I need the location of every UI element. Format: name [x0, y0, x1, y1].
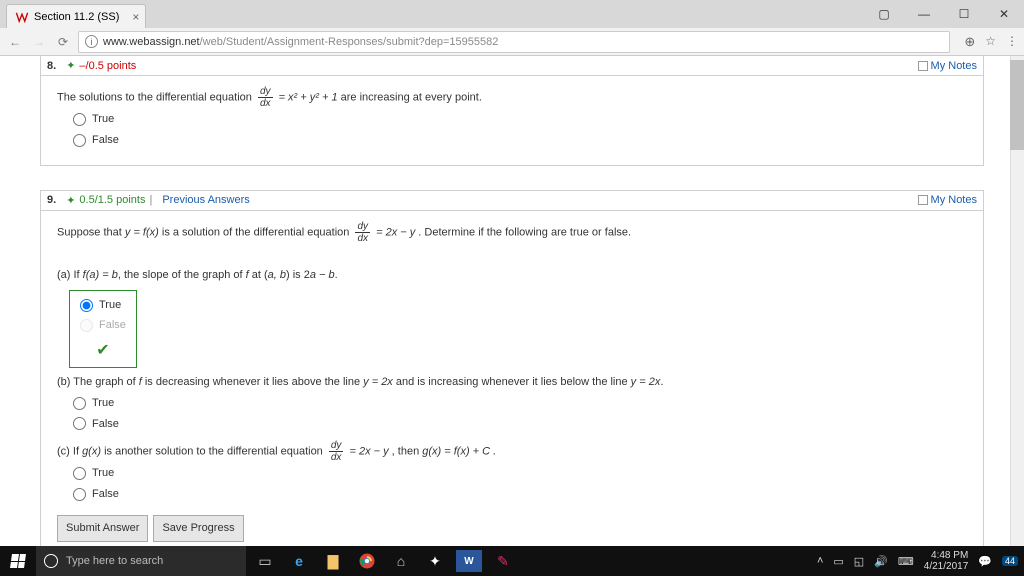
my-notes-link[interactable]: My Notes: [918, 194, 977, 206]
radio-q9a-false[interactable]: [80, 319, 93, 332]
q9c-option-false[interactable]: False: [73, 484, 967, 505]
question-8-header: 8. ✦ –/0.5 points My Notes: [41, 56, 983, 76]
windows-logo-icon: [10, 554, 26, 568]
browser-tabstrip: Section 11.2 (SS) × ▢ — ☐ ✕: [0, 0, 1024, 28]
q8-text-after: are increasing at every point.: [341, 91, 482, 103]
q9c-option-true[interactable]: True: [73, 463, 967, 484]
address-bar[interactable]: i www.webassign.net/web/Student/Assignme…: [78, 31, 950, 53]
q8-text: The solutions to the differential equati…: [57, 91, 255, 103]
question-number: 8.: [47, 60, 56, 72]
keyboard-icon[interactable]: ⌨: [898, 555, 914, 568]
page-content: 8. ✦ –/0.5 points My Notes The solutions…: [0, 56, 1024, 546]
submit-answer-button[interactable]: Submit Answer: [57, 515, 148, 542]
site-info-icon[interactable]: i: [85, 35, 98, 48]
dropbox-icon[interactable]: ✦: [422, 550, 448, 572]
q8-option-false[interactable]: False: [73, 130, 967, 151]
q8-eq-rhs: = x² + y² + 1: [279, 91, 338, 103]
store-icon[interactable]: ⌂: [388, 550, 414, 572]
radio-q9a-true[interactable]: [80, 299, 93, 312]
edge-icon[interactable]: e: [286, 550, 312, 572]
question-9-header: 9. ✦ 0.5/1.5 points | Previous Answers M…: [41, 191, 983, 211]
url-host: www.webassign.net: [103, 36, 200, 48]
maximize-button[interactable]: ☐: [944, 0, 984, 28]
scrollbar-thumb[interactable]: [1010, 60, 1024, 150]
cortana-icon: [44, 554, 58, 568]
paint-icon[interactable]: ✎: [490, 550, 516, 572]
browser-tab[interactable]: Section 11.2 (SS) ×: [6, 4, 146, 28]
file-explorer-icon[interactable]: ▇: [320, 550, 346, 572]
menu-icon[interactable]: ⋮: [1006, 34, 1018, 50]
note-icon: [918, 195, 928, 205]
q9b-option-false[interactable]: False: [73, 414, 967, 435]
taskbar-apps: ▭ e ▇ ⌂ ✦ W ✎: [252, 546, 516, 576]
question-9-body: Suppose that y = f(x) is a solution of t…: [41, 211, 983, 546]
radio-q9c-false[interactable]: [73, 488, 86, 501]
taskbar-search[interactable]: Type here to search: [36, 546, 246, 576]
radio-q9b-false[interactable]: [73, 417, 86, 430]
points-icon: ✦: [66, 59, 75, 72]
radio-q9c-true[interactable]: [73, 467, 86, 480]
radio-q8-true[interactable]: [73, 113, 86, 126]
save-progress-button[interactable]: Save Progress: [153, 515, 243, 542]
notification-badge: 44: [1002, 556, 1018, 566]
taskview-icon[interactable]: ▭: [252, 550, 278, 572]
bookmark-icon[interactable]: ☆: [985, 34, 996, 50]
action-center-icon[interactable]: 💬: [978, 555, 992, 568]
reload-button[interactable]: ⟳: [54, 35, 72, 49]
q9a-option-false[interactable]: False: [80, 315, 126, 336]
window-buttons: ▢ — ☐ ✕: [864, 0, 1024, 28]
scrollbar-track[interactable]: [1010, 56, 1024, 546]
back-button[interactable]: ←: [6, 35, 24, 49]
fraction-dy-dx: dydx: [329, 440, 344, 463]
chrome-icon[interactable]: [354, 550, 380, 572]
question-number: 9.: [47, 194, 56, 206]
start-button[interactable]: [0, 554, 36, 568]
q9-part-c: (c) If g(x) is another solution to the d…: [57, 440, 967, 463]
zoom-icon[interactable]: ⊕: [964, 34, 975, 50]
q9a-answered-box: True False ✔: [69, 290, 137, 368]
question-8-card: 8. ✦ –/0.5 points My Notes The solutions…: [40, 56, 984, 166]
url-path: /web/Student/Assignment-Responses/submit…: [200, 36, 499, 48]
q9-part-b: (b) The graph of f is decreasing wheneve…: [57, 372, 967, 393]
browser-toolbar: ← → ⟳ i www.webassign.net/web/Student/As…: [0, 28, 1024, 56]
q9a-option-true[interactable]: True: [80, 295, 126, 316]
q8-option-true[interactable]: True: [73, 109, 967, 130]
note-icon: [918, 61, 928, 71]
profile-icon[interactable]: ▢: [864, 0, 904, 28]
system-tray: ˄ ▭ ◱ 🔊 ⌨ 4:48 PM 4/21/2017 💬 44: [817, 550, 1024, 572]
radio-q8-false[interactable]: [73, 134, 86, 147]
tab-title: Section 11.2 (SS): [34, 11, 119, 23]
search-placeholder: Type here to search: [66, 555, 163, 567]
close-window-button[interactable]: ✕: [984, 0, 1024, 28]
taskbar-clock[interactable]: 4:48 PM 4/21/2017: [924, 550, 969, 572]
question-9-card: 9. ✦ 0.5/1.5 points | Previous Answers M…: [40, 190, 984, 546]
fraction-dy-dx: dydx: [258, 86, 273, 109]
question-8-body: The solutions to the differential equati…: [41, 76, 983, 165]
minimize-button[interactable]: —: [904, 0, 944, 28]
button-row: Submit Answer Save Progress: [57, 515, 967, 542]
radio-q9b-true[interactable]: [73, 397, 86, 410]
fraction-dy-dx: dydx: [355, 221, 370, 244]
word-icon[interactable]: W: [456, 550, 482, 572]
points-value: 0.5/1.5 points: [79, 194, 145, 206]
windows-taskbar: Type here to search ▭ e ▇ ⌂ ✦ W ✎ ˄ ▭ ◱ …: [0, 546, 1024, 576]
previous-answers-link[interactable]: Previous Answers: [162, 194, 249, 206]
network-icon[interactable]: ◱: [854, 555, 864, 568]
close-icon[interactable]: ×: [132, 10, 139, 24]
my-notes-link[interactable]: My Notes: [918, 60, 977, 72]
forward-button[interactable]: →: [30, 35, 48, 49]
tray-expand-icon[interactable]: ˄: [817, 555, 823, 567]
q9-part-a: (a) If f(a) = b, the slope of the graph …: [57, 265, 967, 286]
webassign-favicon: [15, 10, 29, 24]
checkmark-icon: ✔: [80, 336, 126, 366]
volume-icon[interactable]: 🔊: [874, 555, 888, 568]
q9b-option-true[interactable]: True: [73, 393, 967, 414]
points-value: –/0.5 points: [79, 60, 136, 72]
points-icon: ✦: [66, 194, 75, 207]
battery-icon[interactable]: ▭: [833, 555, 843, 568]
